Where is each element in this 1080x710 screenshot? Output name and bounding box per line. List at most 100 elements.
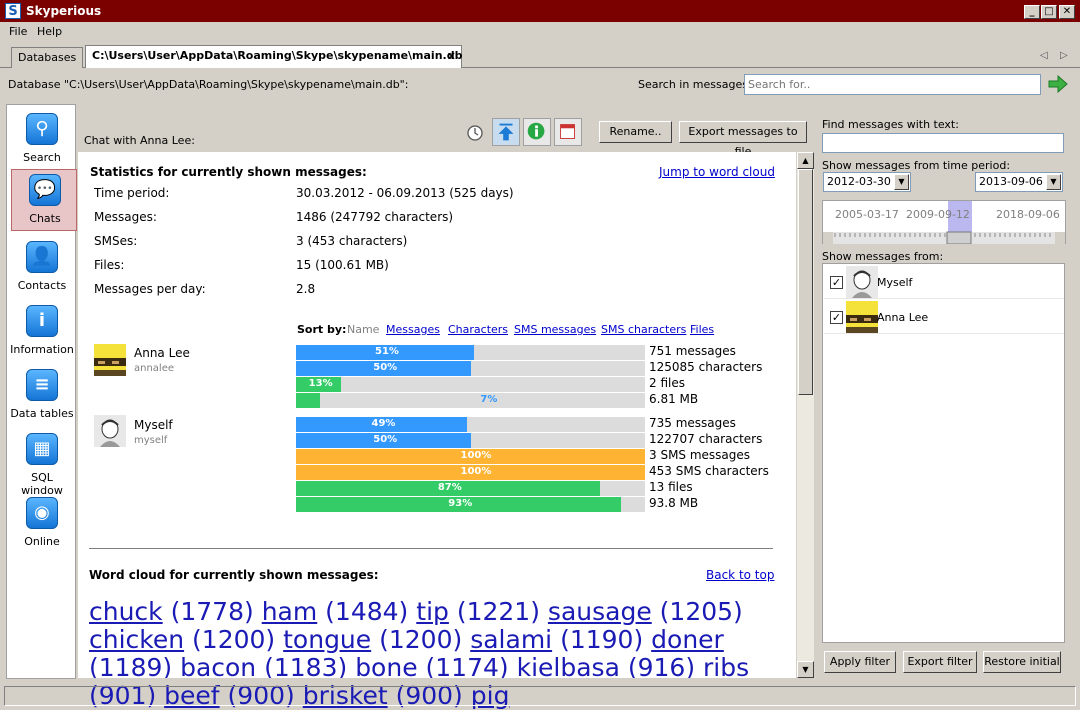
calendar-button[interactable] (554, 118, 582, 146)
back-to-top-link[interactable]: Back to top (706, 568, 774, 582)
sort-characters[interactable]: Characters (448, 323, 508, 336)
stat-bar-percent: 100% (460, 450, 492, 461)
stat-bar-percent: 7% (480, 394, 498, 405)
menu-help[interactable]: Help (37, 25, 62, 38)
status-bar (4, 686, 1076, 706)
person-row-myself[interactable]: ✓ Myself (824, 265, 1064, 299)
info-circle-icon (527, 122, 545, 140)
nav-online[interactable]: ◉ Online (9, 493, 75, 555)
cloud-count: (1484) (317, 597, 417, 626)
maximize-button[interactable]: □ (1041, 5, 1057, 19)
nav-sql-window[interactable]: ▦ SQL window (9, 429, 75, 497)
minimize-button[interactable]: _ (1024, 5, 1040, 19)
rename-button[interactable]: Rename.. (599, 121, 672, 143)
cloud-word[interactable]: tip (416, 597, 449, 626)
title-bar (0, 0, 1080, 22)
export-messages-button[interactable]: Export messages to file (679, 121, 807, 158)
calendar-icon (560, 124, 575, 139)
stat-bar-value: 2 files (649, 376, 685, 390)
scroll-up-arrow-icon[interactable]: ▲ (797, 152, 814, 169)
stat-bar-percent: 49% (371, 418, 396, 429)
stat-value: 15 (100.61 MB) (296, 258, 389, 272)
tab-close-icon[interactable]: ✕ (447, 50, 456, 63)
date-to-select[interactable]: 2013-09-06 ▼ (975, 172, 1063, 192)
content-bottom-mask (78, 678, 814, 684)
stat-bar-value: 3 SMS messages (649, 448, 751, 462)
word-cloud-heading: Word cloud for currently shown messages: (89, 568, 379, 582)
scroll-down-arrow-icon[interactable]: ▼ (797, 661, 814, 678)
tab-next-icon[interactable]: ▷ (1060, 50, 1068, 61)
stat-label: Time period: (94, 186, 170, 200)
cloud-word[interactable]: ham (262, 597, 318, 626)
date-to-value: 2013-09-06 (979, 175, 1043, 188)
close-button[interactable]: ✕ (1059, 5, 1075, 19)
stat-bar: 93% (296, 497, 645, 512)
stat-bar: 13% (296, 377, 645, 392)
date-from-select[interactable]: 2012-03-30 ▼ (823, 172, 911, 192)
nav-search[interactable]: ⚲ Search (9, 109, 75, 171)
search-go-arrow-icon[interactable] (1048, 75, 1068, 93)
checkbox-anna-lee[interactable]: ✓ (830, 311, 843, 324)
chevron-down-icon[interactable]: ▼ (894, 174, 909, 190)
restore-initial-button[interactable]: Restore initial (983, 651, 1061, 673)
export-filter-button[interactable]: Export filter (903, 651, 977, 673)
tab-databases[interactable]: Databases (11, 47, 83, 68)
person-name: Anna Lee (877, 311, 929, 324)
cloud-count: (1200) (371, 625, 471, 654)
stat-bar: 100% (296, 465, 645, 480)
app-logo-icon: S (5, 3, 21, 19)
search-input[interactable] (744, 74, 1041, 95)
avatar-anna-lee (94, 344, 126, 376)
sort-name[interactable]: Name (347, 323, 379, 336)
avatar-myself (846, 266, 878, 298)
menu-file[interactable]: File (9, 25, 27, 38)
tab-database-file[interactable]: C:\Users\User\AppData\Roaming\Skype\skyp… (85, 45, 462, 68)
chat-title: Chat with Anna Lee: (84, 134, 195, 147)
arrow-up-icon (498, 123, 514, 141)
cloud-word[interactable]: salami (470, 625, 552, 654)
nav-online-label: Online (24, 535, 60, 548)
participant-handle: annalee (134, 363, 175, 374)
checkbox-myself[interactable]: ✓ (830, 276, 843, 289)
nav-data-tables[interactable]: ≡ Data tables (9, 365, 75, 427)
timeline-ruler (823, 231, 1065, 244)
stat-bar: 51% (296, 345, 645, 360)
info-button[interactable] (523, 118, 551, 146)
tab-prev-icon[interactable]: ◁ (1040, 50, 1048, 61)
nav-search-label: Search (23, 151, 61, 164)
cloud-word[interactable]: tongue (283, 625, 371, 654)
scroll-thumb[interactable] (798, 169, 813, 395)
stat-bar-fill (296, 393, 321, 408)
participant-handle: myself (134, 435, 168, 446)
find-text-input[interactable] (822, 133, 1064, 153)
sort-sms-messages[interactable]: SMS messages (514, 323, 596, 336)
people-list: ✓ Myself ✓ Anna Lee (822, 263, 1065, 643)
stat-label: Messages: (94, 210, 157, 224)
nav-chats[interactable]: 💬 Chats (11, 169, 77, 231)
cloud-word[interactable]: sausage (548, 597, 652, 626)
cloud-word[interactable]: doner (651, 625, 724, 654)
cloud-count: (1200) (184, 625, 284, 654)
find-text-label: Find messages with text: (822, 118, 959, 131)
sort-messages[interactable]: Messages (386, 323, 440, 336)
apply-filter-button[interactable]: Apply filter (824, 651, 896, 673)
scroll-top-button[interactable] (492, 118, 520, 146)
statistics-heading: Statistics for currently shown messages: (90, 165, 367, 179)
nav-contacts[interactable]: 👤 Contacts (9, 237, 75, 299)
sort-sms-characters[interactable]: SMS characters (601, 323, 686, 336)
nav-information[interactable]: i Information (9, 301, 75, 363)
clock-icon[interactable] (466, 124, 484, 142)
magnifier-icon: ⚲ (26, 113, 58, 145)
stat-bar: 50% (296, 433, 645, 448)
cloud-word[interactable]: chicken (89, 625, 184, 654)
cloud-word[interactable]: chuck (89, 597, 163, 626)
person-row-anna-lee[interactable]: ✓ Anna Lee (824, 300, 1064, 334)
jump-to-word-cloud-link[interactable]: Jump to word cloud (659, 165, 775, 179)
participant-name: Anna Lee (134, 346, 190, 360)
stat-bar-percent: 50% (373, 362, 398, 373)
stat-bar-value: 93.8 MB (649, 496, 699, 510)
chevron-down-icon[interactable]: ▼ (1046, 174, 1061, 190)
person-icon: 👤 (26, 241, 58, 273)
time-period-label: Show messages from time period: (822, 159, 1011, 172)
sort-files[interactable]: Files (690, 323, 714, 336)
